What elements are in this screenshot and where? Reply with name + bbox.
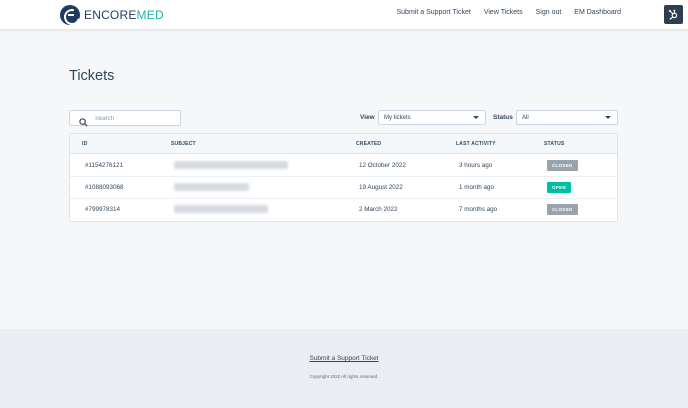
main-nav: Submit a Support Ticket View Tickets Sig… <box>397 8 622 17</box>
search-input[interactable] <box>95 113 175 124</box>
chevron-down-icon <box>605 116 611 119</box>
ticket-created: 19 August 2022 <box>359 184 403 191</box>
hubspot-sprocket-icon[interactable] <box>664 5 683 24</box>
column-header-id[interactable]: ID <box>82 141 87 147</box>
status-badge: OPEN <box>547 182 571 193</box>
column-header-subject[interactable]: SUBJECT <box>171 141 196 147</box>
ticket-subject-redacted[interactable] <box>174 205 268 213</box>
ticket-created: 2 March 2022 <box>359 206 398 213</box>
nav-em-dashboard-link[interactable]: EM Dashboard <box>574 8 621 17</box>
view-select-value: My tickets <box>384 115 411 121</box>
table-row[interactable]: #1088093068 19 August 2022 1 month ago O… <box>70 177 617 199</box>
logo-icon <box>60 5 80 25</box>
chevron-down-icon <box>473 116 479 119</box>
ticket-last-activity: 7 months ago <box>459 206 498 213</box>
page-footer: Submit a Support Ticket Copyright 2022 A… <box>0 329 688 408</box>
ticket-id[interactable]: #1088093068 <box>85 184 124 192</box>
column-header-created[interactable]: CREATED <box>356 141 381 147</box>
ticket-subject-redacted[interactable] <box>174 183 249 191</box>
ticket-subject-redacted[interactable] <box>174 161 288 169</box>
ticket-id[interactable]: #1154276121 <box>85 162 123 170</box>
logo-wordmark: ENCOREMED <box>84 8 164 22</box>
encoremed-logo[interactable]: ENCOREMED <box>60 5 164 25</box>
ticket-last-activity: 3 hours ago <box>459 162 493 169</box>
column-header-last-activity[interactable]: LAST ACTIVITY <box>456 141 496 147</box>
page-title: Tickets <box>69 68 115 84</box>
table-row[interactable]: #1154276121 12 October 2022 3 hours ago … <box>70 155 617 177</box>
ticket-id[interactable]: #799978314 <box>85 206 120 214</box>
status-select[interactable]: All <box>516 110 618 125</box>
ticket-created: 12 October 2022 <box>359 162 406 169</box>
top-header: ENCOREMED Submit a Support Ticket View T… <box>0 0 688 30</box>
nav-sign-out-link[interactable]: Sign out <box>536 8 562 17</box>
table-row[interactable]: #799978314 2 March 2022 7 months ago CLO… <box>70 199 617 221</box>
column-header-status[interactable]: STATUS <box>544 141 564 147</box>
tickets-table: ID SUBJECT CREATED LAST ACTIVITY STATUS … <box>69 133 618 222</box>
status-badge: CLOSED <box>547 160 578 171</box>
copyright-text: Copyright 2022 All rights reserved. <box>309 374 379 379</box>
view-filter-label: View <box>360 114 375 121</box>
search-icon <box>79 114 88 132</box>
ticket-last-activity: 1 month ago <box>459 184 495 191</box>
footer-submit-ticket-link[interactable]: Submit a Support Ticket <box>0 355 688 362</box>
table-header: ID SUBJECT CREATED LAST ACTIVITY STATUS <box>70 134 617 154</box>
status-filter-label: Status <box>493 114 513 121</box>
ticket-search[interactable] <box>69 110 181 127</box>
view-select[interactable]: My tickets <box>378 110 486 125</box>
status-badge: CLOSED <box>547 204 578 215</box>
nav-view-tickets-link[interactable]: View Tickets <box>484 8 523 17</box>
nav-submit-ticket-link[interactable]: Submit a Support Ticket <box>397 8 471 17</box>
status-select-value: All <box>522 115 529 121</box>
